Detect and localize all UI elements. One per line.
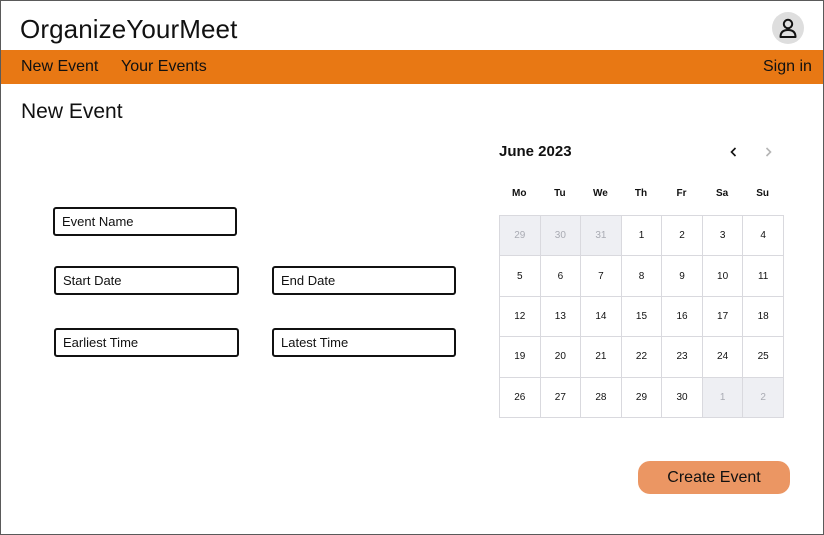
calendar-day[interactable]: 15 [621, 296, 663, 338]
calendar-weekday: Fr [676, 188, 687, 199]
calendar-day[interactable]: 26 [500, 377, 541, 418]
nav-your-events[interactable]: Your Events [121, 58, 207, 76]
calendar-day[interactable]: 4 [743, 216, 784, 257]
calendar-weekday: Th [634, 188, 648, 199]
latest-time-input[interactable] [272, 328, 456, 357]
earliest-time-input[interactable] [54, 328, 239, 357]
calendar-day[interactable]: 19 [500, 337, 541, 378]
calendar-weekday: Tu [554, 188, 566, 199]
page-title: New Event [21, 100, 123, 123]
calendar-day[interactable]: 11 [743, 256, 784, 297]
calendar-day[interactable]: 21 [581, 337, 622, 378]
calendar-day[interactable]: 16 [662, 296, 703, 338]
calendar-day[interactable]: 18 [743, 296, 784, 338]
app-frame: OrganizeYourMeet New Event Your Events S… [0, 0, 824, 535]
calendar-month-label: June 2023 [499, 143, 572, 160]
calendar-day[interactable]: 30 [662, 377, 703, 418]
app-title: OrganizeYourMeet [20, 14, 238, 44]
calendar-day[interactable]: 10 [702, 256, 744, 297]
calendar-weekday-row: Mo Tu We Th Fr Sa Su [499, 188, 783, 199]
calendar-day[interactable]: 27 [540, 377, 582, 418]
calendar-day[interactable]: 6 [540, 256, 582, 297]
calendar-day[interactable]: 5 [500, 256, 541, 297]
calendar-day[interactable]: 30 [540, 216, 582, 257]
calendar-day[interactable]: 1 [621, 216, 663, 257]
calendar-day[interactable]: 7 [581, 256, 622, 297]
calendar-day[interactable]: 8 [621, 256, 663, 297]
calendar-day[interactable]: 31 [581, 216, 622, 257]
calendar-day[interactable]: 2 [662, 216, 703, 257]
chevron-right-icon [765, 147, 772, 157]
next-month-button[interactable] [759, 143, 777, 161]
user-icon [779, 18, 797, 38]
calendar-day[interactable]: 17 [702, 296, 744, 338]
calendar-weekday: We [592, 188, 608, 199]
prev-month-button[interactable] [725, 143, 743, 161]
event-name-input[interactable] [53, 207, 237, 236]
navbar: New Event Your Events Sign in [1, 50, 823, 84]
avatar[interactable] [772, 12, 804, 44]
calendar-day[interactable]: 1 [702, 377, 744, 418]
calendar-day[interactable]: 24 [702, 337, 744, 378]
calendar-day[interactable]: 13 [540, 296, 582, 338]
start-date-input[interactable] [54, 266, 239, 295]
calendar-day[interactable]: 12 [500, 296, 541, 338]
calendar-day[interactable]: 28 [581, 377, 622, 418]
create-event-button[interactable]: Create Event [638, 461, 790, 494]
calendar-day[interactable]: 22 [621, 337, 663, 378]
calendar-day[interactable]: 29 [500, 216, 541, 257]
calendar-day[interactable]: 3 [702, 216, 744, 257]
calendar-weekday: Mo [512, 188, 527, 199]
calendar-day[interactable]: 29 [621, 377, 663, 418]
calendar-day[interactable]: 23 [662, 337, 703, 378]
calendar-weekday: Su [756, 188, 770, 199]
calendar-grid: 29 30 31 1 2 3 4 5 6 7 8 9 10 11 12 13 14 15 16 17 18 19 20 21 2… [499, 215, 784, 418]
nav-new-event[interactable]: New Event [21, 58, 98, 76]
calendar-weekday: Sa [715, 188, 729, 199]
end-date-input[interactable] [272, 266, 456, 295]
calendar-day[interactable]: 2 [743, 377, 784, 418]
chevron-left-icon [730, 147, 737, 157]
calendar-day[interactable]: 25 [743, 337, 784, 378]
calendar-day[interactable]: 14 [581, 296, 622, 338]
calendar-day[interactable]: 9 [662, 256, 703, 297]
sign-in-link[interactable]: Sign in [763, 58, 812, 76]
calendar-day[interactable]: 20 [540, 337, 582, 378]
